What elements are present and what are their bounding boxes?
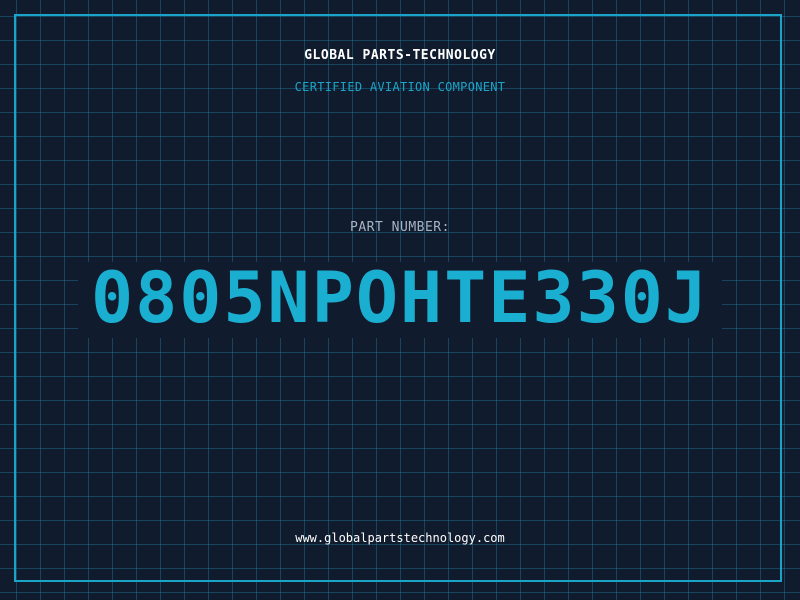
company-name: GLOBAL PARTS-TECHNOLOGY [304, 48, 496, 63]
certification-tagline: CERTIFIED AVIATION COMPONENT [294, 80, 506, 94]
part-number-value: 0805NPOHTE330J [90, 257, 709, 339]
part-number-label: PART NUMBER: [350, 220, 450, 235]
website-url: www.globalpartstechnology.com [295, 531, 505, 545]
certificate-canvas: GLOBAL PARTS-TECHNOLOGY CERTIFIED AVIATI… [0, 0, 800, 600]
